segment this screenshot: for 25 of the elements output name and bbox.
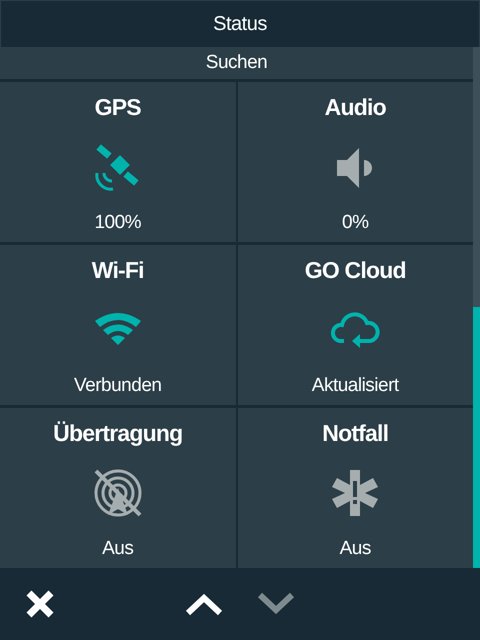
chevron-up-icon — [185, 592, 223, 616]
screen-title: Status — [213, 12, 267, 36]
broadcast-off-icon — [92, 468, 143, 518]
tile-title: Übertragung — [53, 420, 182, 447]
tile-value: Verbunden — [74, 375, 162, 397]
status-tile[interactable]: GO Cloud Aktualisiert — [238, 245, 473, 405]
search-status: Suchen — [206, 52, 268, 74]
status-tile[interactable]: Audio 0% — [238, 82, 473, 242]
emergency-icon — [330, 468, 380, 518]
tile-value: Aus — [340, 538, 371, 560]
tile-title: Notfall — [322, 420, 388, 447]
status-tile[interactable]: Notfall Aus — [238, 408, 473, 568]
tile-title: GPS — [94, 94, 141, 121]
tile-value: 100% — [94, 212, 142, 234]
tile-value: Aus — [102, 538, 134, 560]
status-tile[interactable]: Wi-Fi Verbunden — [0, 245, 236, 405]
chevron-down-icon — [257, 592, 295, 616]
tile-title: Audio — [324, 94, 386, 121]
status-tile[interactable]: GPS 100% — [0, 82, 236, 242]
close-icon — [25, 589, 55, 619]
tile-title: Wi-Fi — [92, 257, 144, 284]
tile-value: 0% — [342, 212, 368, 234]
tile-value: Aktualisiert — [312, 375, 399, 397]
status-tile[interactable]: Übertragung Aus — [0, 408, 236, 568]
tile-title: GO Cloud — [304, 257, 406, 284]
